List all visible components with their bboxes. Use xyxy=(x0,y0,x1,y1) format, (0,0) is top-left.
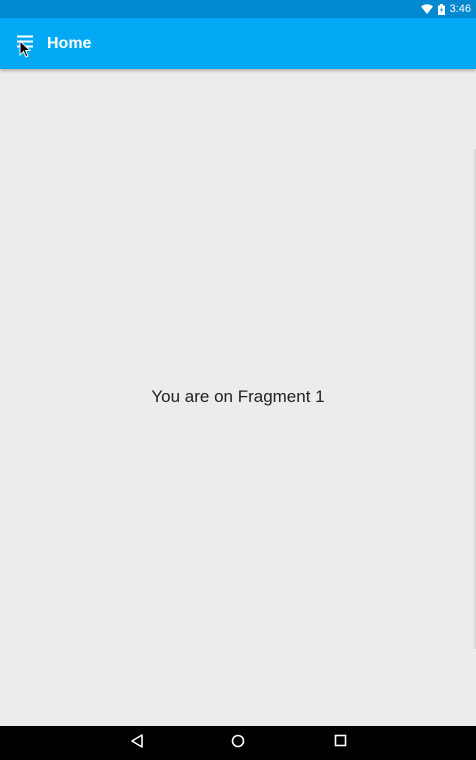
status-clock: 3:46 xyxy=(449,3,471,15)
app-bar: Home xyxy=(0,18,476,69)
fragment-message: You are on Fragment 1 xyxy=(151,387,325,406)
mouse-cursor-icon xyxy=(19,39,32,63)
recents-button[interactable] xyxy=(320,726,360,760)
fragment-container: You are on Fragment 1 xyxy=(0,69,476,726)
recents-icon xyxy=(334,734,347,752)
back-icon xyxy=(130,733,144,753)
app-title: Home xyxy=(47,34,92,52)
back-button[interactable] xyxy=(117,726,157,760)
home-icon xyxy=(231,734,245,753)
home-button[interactable] xyxy=(218,726,258,760)
app-screen: 3:46 Home You are on Fragment 1 xyxy=(0,0,476,760)
wifi-icon xyxy=(420,4,433,14)
battery-icon xyxy=(437,3,445,15)
status-bar: 3:46 xyxy=(0,0,476,18)
system-nav-bar xyxy=(0,726,476,760)
